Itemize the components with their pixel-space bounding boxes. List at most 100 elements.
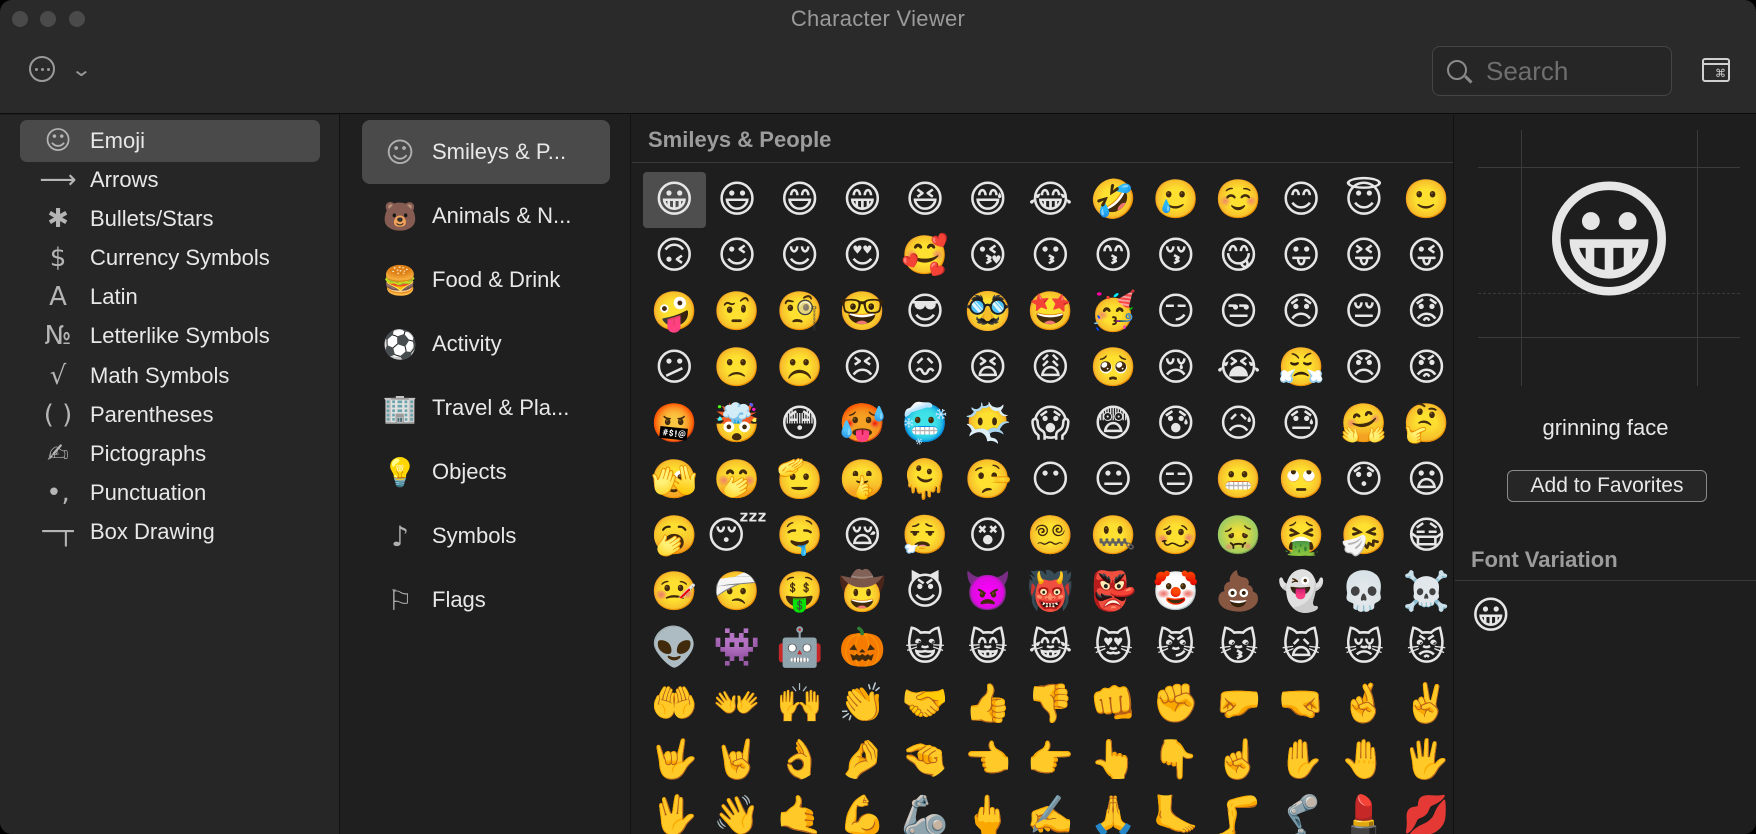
sidebar-item-latin[interactable]: A Latin — [20, 276, 320, 318]
emoji-cell[interactable]: 🦵 — [1207, 788, 1270, 834]
emoji-cell[interactable]: 👇 — [1145, 732, 1208, 788]
category-objects[interactable]: 💡 Objects — [362, 440, 610, 504]
emoji-cell[interactable]: 😝 — [1333, 228, 1396, 284]
emoji-cell[interactable]: 🤒 — [643, 564, 706, 620]
emoji-cell[interactable]: 😈 — [894, 564, 957, 620]
emoji-cell[interactable]: 🤑 — [768, 564, 831, 620]
emoji-cell[interactable]: 🤛 — [1207, 676, 1270, 732]
emoji-cell[interactable]: 😤 — [1270, 340, 1333, 396]
emoji-cell[interactable]: 😒 — [1207, 284, 1270, 340]
sidebar-item-punctuation[interactable]: •, Punctuation — [20, 472, 320, 514]
emoji-cell[interactable]: 🙏 — [1082, 788, 1145, 834]
emoji-cell[interactable]: 🤗 — [1333, 396, 1396, 452]
emoji-cell[interactable]: 🥸 — [956, 284, 1019, 340]
emoji-cell[interactable]: 😼 — [1145, 620, 1208, 676]
emoji-cell[interactable]: 😓 — [1270, 396, 1333, 452]
emoji-cell[interactable]: 🙄 — [1270, 452, 1333, 508]
emoji-cell[interactable]: 🤞 — [1333, 676, 1396, 732]
emoji-cell[interactable]: 🫠 — [894, 452, 957, 508]
emoji-cell[interactable]: 👏 — [831, 676, 894, 732]
emoji-cell[interactable]: 💀 — [1333, 564, 1396, 620]
sidebar-item-arrows[interactable]: ⟶ Arrows — [20, 159, 320, 201]
sidebar-item-currency-symbols[interactable]: $ Currency Symbols — [20, 237, 320, 279]
emoji-cell[interactable]: 👾 — [706, 620, 769, 676]
emoji-cell[interactable]: 👎 — [1019, 676, 1082, 732]
sidebar-item-box-drawing[interactable]: ─┬ Box Drawing — [20, 511, 320, 553]
category-travel-pla[interactable]: 🏢 Travel & Pla... — [362, 376, 610, 440]
emoji-cell[interactable]: 🤖 — [768, 620, 831, 676]
emoji-cell[interactable]: 😇 — [1333, 172, 1396, 228]
emoji-cell[interactable]: 😶‍🌫️ — [956, 396, 1019, 452]
emoji-cell[interactable]: 🤬 — [643, 396, 706, 452]
emoji-cell[interactable]: 😵 — [956, 508, 1019, 564]
emoji-cell[interactable]: 😖 — [894, 340, 957, 396]
emoji-cell[interactable]: 😬 — [1207, 452, 1270, 508]
emoji-cell[interactable]: 👉 — [1019, 732, 1082, 788]
emoji-cell[interactable]: 👈 — [956, 732, 1019, 788]
sidebar-item-math-symbols[interactable]: √ Math Symbols — [20, 355, 320, 397]
emoji-cell[interactable]: 😄 — [768, 172, 831, 228]
emoji-cell[interactable]: 👹 — [1019, 564, 1082, 620]
emoji-cell[interactable]: 😳 — [768, 396, 831, 452]
emoji-cell[interactable]: 😆 — [894, 172, 957, 228]
emoji-cell[interactable]: 🤥 — [956, 452, 1019, 508]
emoji-cell[interactable]: ✍️ — [1019, 788, 1082, 834]
emoji-cell[interactable]: 🤭 — [706, 452, 769, 508]
emoji-cell[interactable]: 😗 — [1019, 228, 1082, 284]
emoji-cell[interactable]: 🤟 — [643, 732, 706, 788]
emoji-cell[interactable]: 💩 — [1207, 564, 1270, 620]
more-options-icon[interactable] — [29, 56, 55, 82]
emoji-cell[interactable]: 😎 — [894, 284, 957, 340]
emoji-cell[interactable]: 😡 — [1395, 340, 1453, 396]
emoji-cell[interactable]: 👽 — [643, 620, 706, 676]
emoji-cell[interactable]: 🤔 — [1395, 396, 1453, 452]
emoji-cell[interactable]: 🤐 — [1082, 508, 1145, 564]
emoji-cell[interactable]: 👺 — [1082, 564, 1145, 620]
emoji-cell[interactable]: 😸 — [956, 620, 1019, 676]
emoji-cell[interactable]: 😠 — [1333, 340, 1396, 396]
category-flags[interactable]: ⚐ Flags — [362, 568, 610, 632]
emoji-cell[interactable]: 😶 — [1019, 452, 1082, 508]
emoji-cell[interactable]: 😨 — [1082, 396, 1145, 452]
emoji-cell[interactable]: 😙 — [1082, 228, 1145, 284]
emoji-cell[interactable]: 😹 — [1019, 620, 1082, 676]
emoji-cell[interactable]: 😌 — [768, 228, 831, 284]
emoji-cell[interactable]: ✌️ — [1395, 676, 1453, 732]
emoji-cell[interactable]: 🤫 — [831, 452, 894, 508]
emoji-cell[interactable]: 😢 — [1145, 340, 1208, 396]
emoji-cell[interactable]: 👿 — [956, 564, 1019, 620]
emoji-cell[interactable]: 🤣 — [1082, 172, 1145, 228]
sidebar-item-letterlike-symbols[interactable]: № Letterlike Symbols — [20, 315, 320, 357]
emoji-cell[interactable]: 😮‍💨 — [894, 508, 957, 564]
emoji-cell[interactable]: 😺 — [894, 620, 957, 676]
emoji-cell[interactable]: 😘 — [956, 228, 1019, 284]
keyboard-viewer-icon[interactable]: ⌘ — [1702, 58, 1730, 82]
sidebar-item-parentheses[interactable]: ( ) Parentheses — [20, 394, 320, 436]
emoji-cell[interactable]: 😑 — [1145, 452, 1208, 508]
emoji-cell[interactable]: 🤚 — [1333, 732, 1396, 788]
emoji-cell[interactable]: 😛 — [1270, 228, 1333, 284]
emoji-cell[interactable]: 🙌 — [768, 676, 831, 732]
emoji-cell[interactable]: 🥲 — [1145, 172, 1208, 228]
emoji-cell[interactable]: 😵‍💫 — [1019, 508, 1082, 564]
emoji-cell[interactable]: 🤤 — [768, 508, 831, 564]
emoji-cell[interactable]: 👊 — [1082, 676, 1145, 732]
emoji-cell[interactable]: 😰 — [1145, 396, 1208, 452]
emoji-cell[interactable]: 😫 — [956, 340, 1019, 396]
emoji-cell[interactable]: 💋 — [1395, 788, 1453, 834]
emoji-cell[interactable]: 🙀 — [1270, 620, 1333, 676]
emoji-cell[interactable]: ☹️ — [768, 340, 831, 396]
emoji-cell[interactable]: 🤝 — [894, 676, 957, 732]
emoji-cell[interactable]: 🤡 — [1145, 564, 1208, 620]
category-symbols[interactable]: ♪ Symbols — [362, 504, 610, 568]
emoji-cell[interactable]: 😏 — [1145, 284, 1208, 340]
emoji-cell[interactable]: ☠️ — [1395, 564, 1453, 620]
emoji-cell[interactable]: 🥶 — [894, 396, 957, 452]
emoji-cell[interactable]: 😻 — [1082, 620, 1145, 676]
emoji-cell[interactable]: 😞 — [1270, 284, 1333, 340]
emoji-cell[interactable]: 👻 — [1270, 564, 1333, 620]
emoji-cell[interactable]: 🤩 — [1019, 284, 1082, 340]
sidebar-item-pictographs[interactable]: ✍ Pictographs — [20, 433, 320, 475]
emoji-cell[interactable]: 😟 — [1395, 284, 1453, 340]
emoji-cell[interactable]: 😕 — [643, 340, 706, 396]
